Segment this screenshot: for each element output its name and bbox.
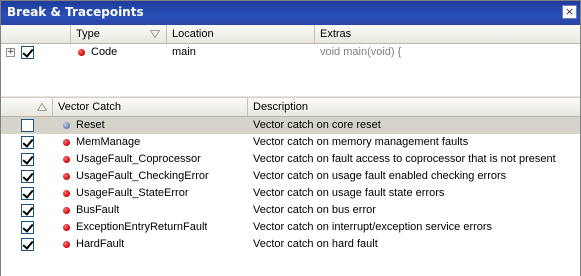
tracepoints-header-type[interactable]: Type: [71, 25, 167, 43]
vector-catch-name: UsageFault_StateError: [76, 187, 189, 199]
vector-catch-header-name[interactable]: Vector Catch: [53, 98, 248, 116]
vector-catch-checkbox[interactable]: [21, 136, 34, 149]
vector-catch-checkbox[interactable]: [21, 238, 34, 251]
vector-catch-row[interactable]: Reset Vector catch on core reset: [1, 117, 580, 134]
tracepoints-header-check-column[interactable]: [1, 25, 71, 43]
close-button[interactable]: ×: [562, 5, 577, 19]
vector-catch-row[interactable]: UsageFault_Coprocessor Vector catch on fa…: [1, 151, 580, 168]
vector-catch-row[interactable]: UsageFault_CheckingError Vector catch on …: [1, 168, 580, 185]
vector-catch-name: BusFault: [76, 204, 120, 216]
vector-catch-name: Reset: [76, 119, 105, 131]
vector-catch-checkbox[interactable]: [21, 170, 34, 183]
tracepoint-row[interactable]: + Code main void main(void) {: [1, 44, 580, 61]
vector-catch-name: UsageFault_CheckingError: [76, 170, 209, 182]
vector-catch-description: Vector catch on core reset: [253, 119, 381, 131]
vector-catch-checkbox[interactable]: [21, 119, 34, 132]
vector-catch-checkbox[interactable]: [21, 221, 34, 234]
breakpoint-icon: [78, 49, 85, 56]
vector-catch-header-check-column[interactable]: [1, 98, 53, 116]
vector-catch-checkbox[interactable]: [21, 153, 34, 166]
red-dot-icon: [63, 207, 70, 214]
vector-catch-description: Vector catch on bus error: [253, 204, 376, 216]
vector-catch-list: Reset Vector catch on core reset MemManage…: [1, 117, 580, 276]
tracepoints-list: + Code main void main(void) {: [1, 44, 580, 96]
vector-catch-checkbox[interactable]: [21, 204, 34, 217]
tracepoint-extras: void main(void) {: [320, 46, 402, 58]
vector-catch-description: Vector catch on interrupt/exception serv…: [253, 221, 493, 233]
vector-catch-name: MemManage: [76, 136, 141, 148]
vector-catch-description: Vector catch on fault access to coproces…: [253, 153, 556, 165]
vector-catch-header: Vector Catch Description: [1, 98, 580, 117]
vector-catch-row[interactable]: UsageFault_StateError Vector catch on usa…: [1, 185, 580, 202]
type-column-label: Type: [76, 28, 100, 40]
tracepoint-type: Code: [91, 46, 118, 58]
break-tracepoints-window: Break & Tracepoints × Type Location Extr…: [0, 0, 581, 276]
red-dot-icon: [63, 190, 70, 197]
title-bar[interactable]: Break & Tracepoints ×: [1, 1, 580, 25]
filter-triangle-icon: [150, 30, 160, 38]
vector-catch-row[interactable]: ExceptionEntryReturnFault Vector catch on…: [1, 219, 580, 236]
red-dot-icon: [63, 139, 70, 146]
vector-catch-name: HardFault: [76, 238, 125, 250]
tracepoints-header-extras[interactable]: Extras: [315, 25, 580, 43]
vector-catch-checkbox[interactable]: [21, 187, 34, 200]
tracepoints-header: Type Location Extras: [1, 25, 580, 44]
vector-catch-description: Vector catch on usage fault state errors: [253, 187, 445, 199]
vector-catch-description: Vector catch on hard fault: [253, 238, 378, 250]
tracepoint-enabled-checkbox[interactable]: [21, 46, 34, 59]
sort-triangle-icon: [37, 103, 47, 111]
vector-catch-description: Vector catch on usage fault enabled chec…: [253, 170, 507, 182]
vector-catch-name: ExceptionEntryReturnFault: [76, 221, 208, 233]
red-dot-icon: [63, 156, 70, 163]
vector-catch-row[interactable]: HardFault Vector catch on hard fault: [1, 236, 580, 253]
window-title: Break & Tracepoints: [7, 5, 144, 19]
vector-catch-header-description[interactable]: Description: [248, 98, 580, 116]
vector-catch-row[interactable]: BusFault Vector catch on bus error: [1, 202, 580, 219]
vector-catch-description: Vector catch on memory management faults: [253, 136, 469, 148]
vector-catch-row[interactable]: MemManage Vector catch on memory manageme…: [1, 134, 580, 151]
expand-toggle-icon[interactable]: +: [6, 48, 15, 57]
blue-dot-icon: [63, 122, 70, 129]
red-dot-icon: [63, 173, 70, 180]
vector-catch-name: UsageFault_Coprocessor: [76, 153, 201, 165]
red-dot-icon: [63, 241, 70, 248]
red-dot-icon: [63, 224, 70, 231]
tracepoint-location: main: [172, 46, 196, 58]
tracepoints-header-location[interactable]: Location: [167, 25, 315, 43]
